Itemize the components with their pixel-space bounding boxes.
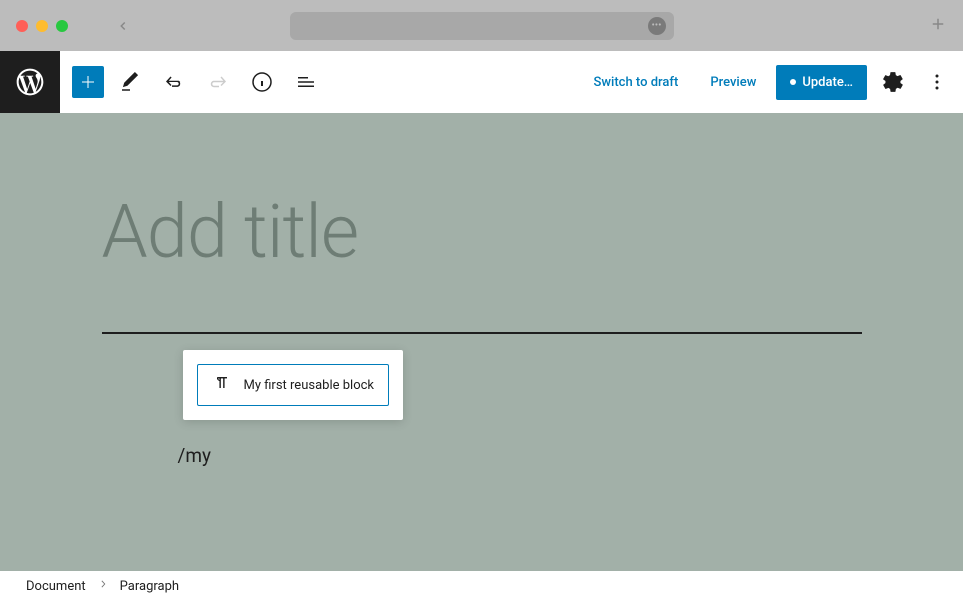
switch-to-draft-button[interactable]: Switch to draft <box>582 69 691 96</box>
autocomplete-item[interactable]: My first reusable block <box>197 364 390 406</box>
paragraph-input[interactable]: /my <box>178 444 862 467</box>
block-autocomplete-popup: My first reusable block <box>183 350 404 420</box>
wordpress-logo[interactable] <box>0 51 60 113</box>
close-window-button[interactable] <box>16 20 28 32</box>
outline-button[interactable] <box>288 64 324 100</box>
post-title-input[interactable]: Add title <box>102 189 862 276</box>
block-breadcrumb: Document Paragraph <box>0 571 963 601</box>
back-button[interactable] <box>116 19 130 33</box>
add-block-button[interactable] <box>72 66 104 98</box>
editor-toolbar: Switch to draft Preview Update… <box>0 51 963 113</box>
url-menu-icon[interactable]: ••• <box>648 17 666 35</box>
chevron-right-icon <box>96 577 110 595</box>
new-tab-button[interactable] <box>929 15 947 37</box>
separator-block[interactable] <box>102 332 862 334</box>
preview-button[interactable]: Preview <box>698 69 768 96</box>
minimize-window-button[interactable] <box>36 20 48 32</box>
update-button-label: Update… <box>802 75 853 90</box>
settings-button[interactable] <box>875 64 911 100</box>
breadcrumb-current[interactable]: Paragraph <box>120 579 179 594</box>
traffic-lights <box>16 20 68 32</box>
redo-button[interactable] <box>200 64 236 100</box>
update-button[interactable]: Update… <box>776 65 867 100</box>
toolbar-right: Switch to draft Preview Update… <box>582 64 956 100</box>
info-button[interactable] <box>244 64 280 100</box>
editor-canvas[interactable]: Add title My first reusable block /my <box>0 113 963 571</box>
edit-tool-button[interactable] <box>112 64 148 100</box>
breadcrumb-root[interactable]: Document <box>26 579 86 594</box>
window-titlebar: ••• <box>0 0 963 51</box>
url-bar[interactable]: ••• <box>290 12 674 40</box>
autocomplete-item-label: My first reusable block <box>244 378 375 393</box>
unsaved-indicator-icon <box>790 79 796 85</box>
maximize-window-button[interactable] <box>56 20 68 32</box>
paragraph-icon <box>212 373 232 397</box>
toolbar-left <box>72 64 324 100</box>
more-options-button[interactable] <box>919 64 955 100</box>
content-inner: Add title My first reusable block /my <box>102 113 862 467</box>
undo-button[interactable] <box>156 64 192 100</box>
